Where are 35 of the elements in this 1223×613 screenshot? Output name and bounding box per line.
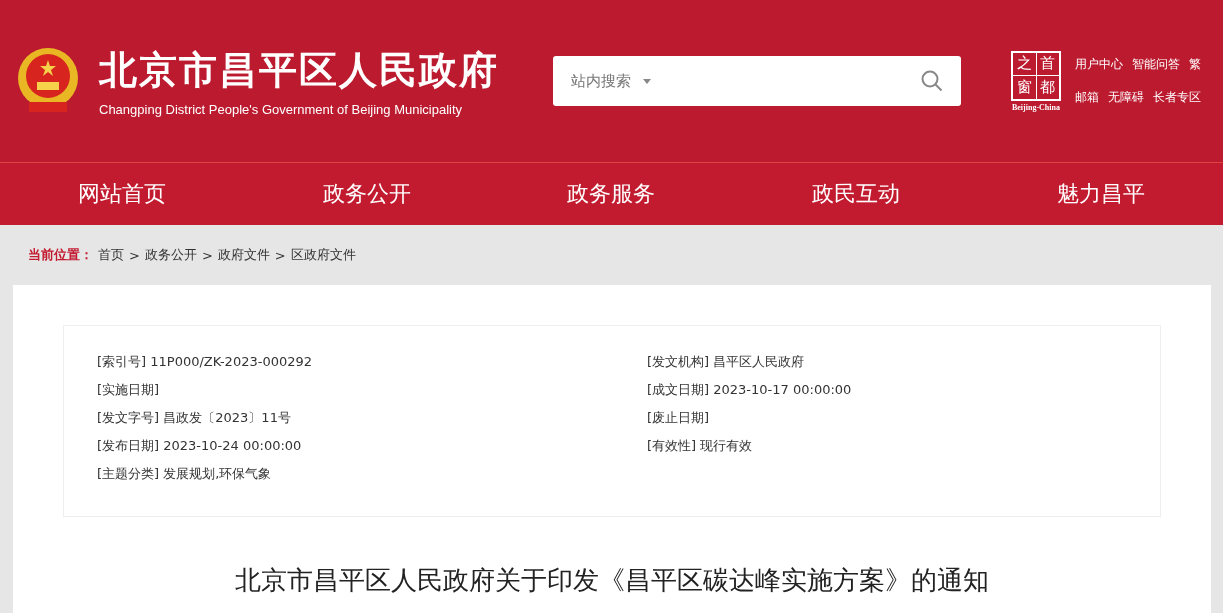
metadata-field: [废止日期] [647, 408, 1127, 427]
caret-icon [643, 78, 651, 84]
article-title: 北京市昌平区人民政府关于印发《昌平区碳达峰实施方案》的通知 [234, 564, 990, 597]
breadcrumb-separator: > [274, 247, 286, 263]
header-link[interactable]: 无障碍 [1108, 89, 1144, 106]
breadcrumb-link[interactable]: 政务公开 [144, 246, 197, 264]
metadata-field: [有效性] 现行有效 [647, 436, 1127, 455]
search-field[interactable]: 站内搜索 [553, 56, 961, 106]
header-link[interactable]: 长者专区 [1153, 89, 1201, 106]
nav-tab[interactable]: 魅力昌平 [978, 163, 1223, 225]
search-scope-dropdown[interactable]: 站内搜索 [571, 71, 651, 91]
header-link[interactable]: 智能问答 [1132, 56, 1180, 73]
header-link[interactable]: 邮箱 [1075, 89, 1099, 106]
metadata-field: [主题分类] 发展规划,环保气象 [97, 464, 647, 483]
breadcrumb-link[interactable]: 首页 [98, 246, 124, 264]
breadcrumb-link[interactable]: 政府文件 [217, 246, 270, 264]
header-link[interactable]: 繁 [1189, 56, 1201, 73]
nav-tab[interactable]: 政民互动 [733, 163, 979, 225]
metadata-field: [索引号] 11P000/ZK-2023-000292 [97, 352, 647, 371]
site-subtitle: Changping District People's Government of Beijing Municipality [99, 102, 464, 117]
metadata-field: [发布日期] 2023-10-24 00:00:00 [97, 436, 647, 455]
metadata-field: [成文日期] 2023-10-17 00:00:00 [647, 380, 1127, 399]
nav-tab[interactable]: 政务服务 [489, 163, 734, 225]
breadcrumb-separator: > [129, 247, 140, 263]
breadcrumb-link[interactable]: 区政府文件 [290, 246, 356, 264]
header-link[interactable]: 用户中心 [1075, 56, 1123, 73]
nav-tab[interactable]: 网站首页 [0, 163, 245, 225]
metadata-field: [发文字号] 昌政发〔2023〕11号 [97, 408, 647, 427]
breadcrumb-separator: > [201, 247, 213, 263]
search-icon[interactable] [921, 70, 943, 92]
metadata-field: [发文机构] 昌平区人民政府 [647, 352, 1127, 371]
metadata-field: [实施日期] [97, 380, 647, 399]
site-title: 北京市昌平区人民政府 [99, 47, 499, 94]
breadcrumb-label: 当前位置： [28, 246, 93, 264]
nav-tab[interactable]: 政务公开 [244, 163, 490, 225]
